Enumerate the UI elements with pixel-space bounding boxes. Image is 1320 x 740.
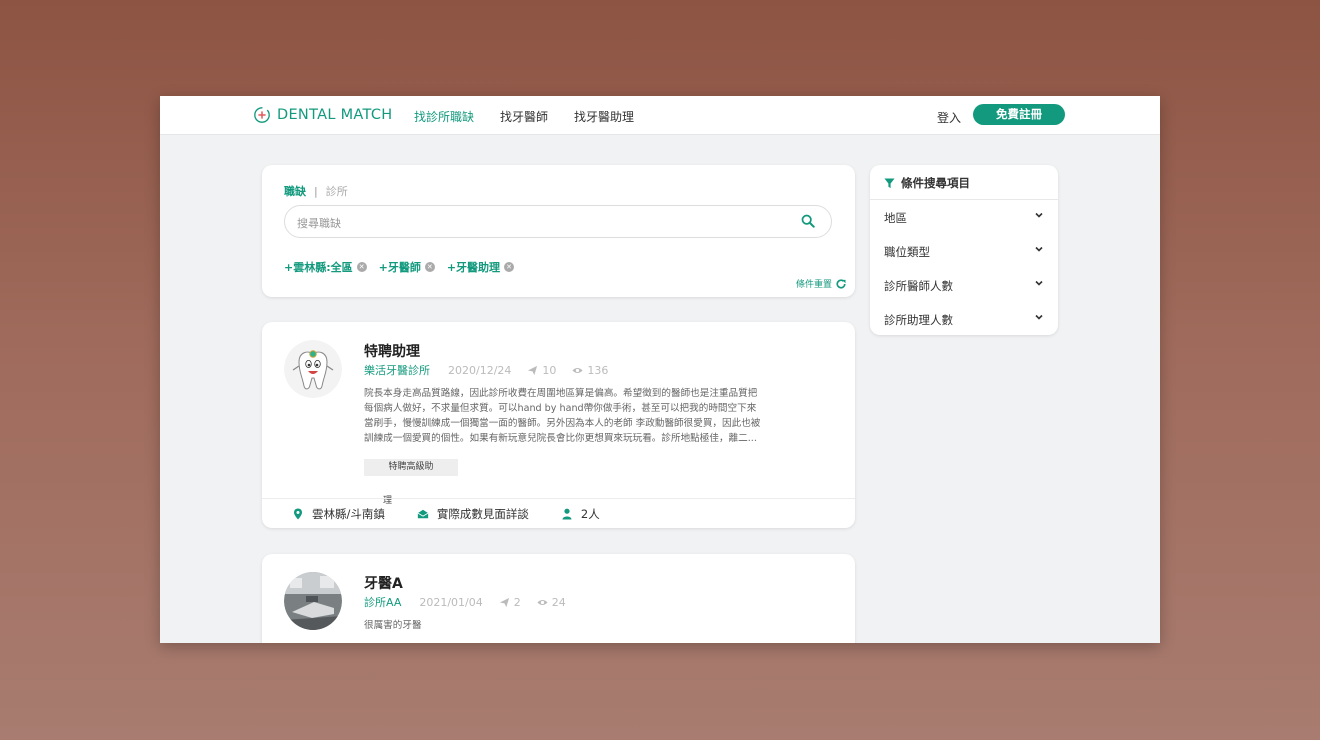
tab-jobs[interactable]: 職缺 [284,185,306,198]
filter-label: 地區 [884,211,907,225]
filter-chips: +雲林縣:全區 ✕ +牙醫師 ✕ +牙醫助理 ✕ [284,259,515,275]
register-button[interactable]: 免費註冊 [973,104,1065,125]
close-icon[interactable]: ✕ [356,262,367,272]
job-meta: 診所AA 2021/01/04 2 24 [364,594,582,610]
user-icon [562,508,572,520]
post-date: 2021/01/04 [419,595,483,609]
filter-panel: 條件搜尋項目 地區 職位類型 診所醫師人數 診所助理人數 [870,165,1058,335]
chevron-down-icon [1035,314,1043,320]
view-count: 24 [551,595,566,609]
clinic-name[interactable]: 診所AA [364,594,401,610]
paper-plane-icon [528,365,538,375]
clinic-name[interactable]: 樂活牙醫診所 [364,362,430,378]
search-placeholder: 搜尋職缺 [297,217,341,230]
eye-icon [537,599,548,605]
brand-logo[interactable]: DENTAL MATCH [253,106,392,124]
login-link[interactable]: 登入 [937,109,961,126]
job-tag: 特聘高級助 [364,459,458,476]
browser-window: DENTAL MATCH 找診所職缺 找牙醫師 找牙醫助理 登入 免費註冊 職缺… [160,96,1160,643]
filter-header-label: 條件搜尋項目 [901,176,970,190]
job-tag-overflow: 理 [383,496,393,506]
filter-header: 條件搜尋項目 [884,175,970,191]
job-footer: 雲林縣/斗南鎮 實際成數見面詳談 2人 [292,506,632,522]
search-tabs: 職缺 | 診所 [284,183,348,199]
post-date: 2020/12/24 [448,363,512,377]
send-count: 10 [542,363,557,377]
tooth-mascot-icon [284,340,342,398]
tab-clinics[interactable]: 診所 [326,185,348,198]
tab-separator: | [314,185,318,198]
job-location: 雲林縣/斗南鎮 [292,506,385,522]
filter-region[interactable]: 地區 [884,210,1044,226]
nav-find-dentists[interactable]: 找牙醫師 [500,108,548,125]
paper-plane-icon [499,597,509,607]
chip-label: +牙醫師 [378,261,421,274]
chevron-down-icon [1035,280,1043,286]
chip-assistant[interactable]: +牙醫助理 ✕ [446,259,515,275]
filter-label: 診所醫師人數 [884,279,953,293]
refresh-icon [836,278,846,289]
description-line: 訓練成一個愛買的個性。如果有新玩意兒院長會比你更想買來玩玩看。診所地點極佳，離二… [364,433,757,444]
chip-dentist[interactable]: +牙醫師 ✕ [379,259,435,275]
job-card[interactable]: 牙醫A 診所AA 2021/01/04 2 24 很厲害的牙醫 [262,554,855,643]
send-count: 2 [513,595,521,609]
search-panel: 職缺 | 診所 搜尋職缺 +雲林縣:全區 ✕ +牙醫師 ✕ +牙醫助理 ✕ 條件重置 [262,165,855,297]
map-pin-icon [294,508,302,520]
avatar [284,572,342,630]
chip-region[interactable]: +雲林縣:全區 ✕ [284,259,367,275]
description-line: 很厲害的牙醫 [364,620,422,631]
job-salary: 實際成數見面詳談 [417,506,529,522]
chevron-down-icon [1035,246,1043,252]
headcount-text: 2人 [580,507,600,521]
reset-filters-button[interactable]: 條件重置 [796,277,847,290]
job-headcount: 2人 [561,506,600,522]
funnel-icon [884,177,895,188]
description-line: 每個病人做好，不求量但求質。可以hand by hand帶你做手術，甚至可以把我… [364,403,757,414]
tooth-plus-logo-icon [254,107,270,123]
clinic-photo-icon [284,572,342,630]
view-count: 136 [587,363,609,377]
search-input[interactable]: 搜尋職缺 [284,205,832,238]
chip-label: +雲林縣:全區 [284,261,353,274]
top-navbar: DENTAL MATCH 找診所職缺 找牙醫師 找牙醫助理 登入 免費註冊 [160,96,1160,135]
salary-text: 實際成數見面詳談 [436,507,529,521]
chevron-down-icon [1035,212,1043,218]
nav-find-assistants[interactable]: 找牙醫助理 [574,108,634,125]
search-icon[interactable] [801,214,815,228]
nav-find-clinic-jobs[interactable]: 找診所職缺 [414,108,474,125]
job-title[interactable]: 特聘助理 [364,341,420,361]
job-description: 很厲害的牙醫 [364,618,819,633]
divider [870,199,1058,200]
filter-position-type[interactable]: 職位類型 [884,244,1044,260]
description-line: 院長本身走高品質路線，因此診所收費在周圍地區算是偏高。希望徵到的醫師也是注重品質… [364,388,758,399]
filter-clinic-assistant-count[interactable]: 診所助理人數 [884,312,1044,328]
envelope-open-icon [417,509,429,519]
brand-name: DENTAL MATCH [277,107,393,123]
eye-icon [572,367,583,373]
job-description: 院長本身走高品質路線，因此診所收費在周圍地區算是偏高。希望徵到的醫師也是注重品質… [364,386,819,446]
divider [262,498,855,499]
filter-label: 職位類型 [884,245,930,259]
job-card[interactable]: 特聘助理 樂活牙醫診所 2020/12/24 10 136 院長本身走高品質路線… [262,322,855,528]
close-icon[interactable]: ✕ [424,262,435,272]
avatar [284,340,342,398]
filter-label: 診所助理人數 [884,313,953,327]
job-meta: 樂活牙醫診所 2020/12/24 10 136 [364,362,624,378]
close-icon[interactable]: ✕ [504,262,515,272]
reset-label: 條件重置 [795,280,832,290]
job-title[interactable]: 牙醫A [364,573,403,593]
location-text: 雲林縣/斗南鎮 [312,507,385,521]
description-line: 當刷手，慢慢訓練成一個獨當一面的醫師。另外因為本人的老師 李政勳醫師很愛買，因此… [364,418,761,429]
chip-label: +牙醫助理 [446,261,501,274]
filter-clinic-dentist-count[interactable]: 診所醫師人數 [884,278,1044,294]
